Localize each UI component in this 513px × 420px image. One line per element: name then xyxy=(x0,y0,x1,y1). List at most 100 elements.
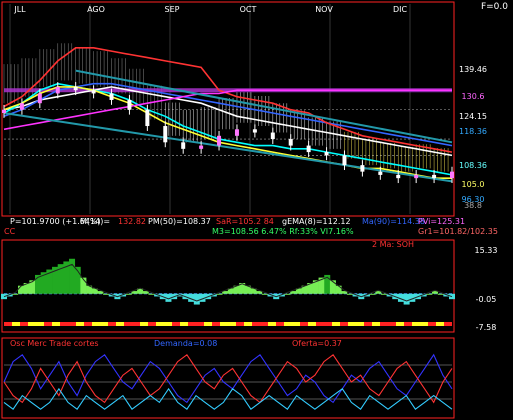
candle-body xyxy=(270,132,275,140)
strip-cell xyxy=(44,322,52,326)
strip-cell xyxy=(340,322,348,326)
candle-body xyxy=(306,145,311,153)
strip-cell xyxy=(316,322,324,326)
info-line: Ma(90)=114.38 xyxy=(362,217,425,226)
osc-bar xyxy=(216,293,223,295)
candle-body xyxy=(234,129,239,136)
info-line: PVi=125.31 xyxy=(418,217,465,226)
month-label: SEP xyxy=(165,5,180,14)
strip-cell xyxy=(404,322,412,326)
strip-cell xyxy=(60,322,68,326)
price-axis-label: 130.6 xyxy=(462,92,485,101)
month-label: AGO xyxy=(87,5,105,14)
strip-cell xyxy=(388,322,396,326)
oscillator-panel: 2 Ma: SOH 15.33 -0.05 -7.58 xyxy=(1,239,498,333)
info-line: 132.82 xyxy=(118,217,146,226)
strip-cell xyxy=(324,322,332,326)
strip-cell xyxy=(188,322,196,326)
osc-bar xyxy=(103,293,110,295)
candle-body xyxy=(199,145,204,149)
strip-cell xyxy=(124,322,132,326)
strip-cell xyxy=(28,322,36,326)
month-label: DIC xyxy=(393,5,408,14)
candle-body xyxy=(252,129,257,133)
strip-cell xyxy=(220,322,228,326)
osc-bar xyxy=(335,285,342,294)
candle-body xyxy=(2,109,6,113)
candle-body xyxy=(324,152,329,156)
strip-cell xyxy=(252,322,260,326)
strip-cell xyxy=(164,322,172,326)
strip-cell xyxy=(260,322,268,326)
strip-cell xyxy=(428,322,436,326)
price-axis-label: 118.36 xyxy=(459,127,487,136)
info-line: Gr1=101.82/102.35 xyxy=(418,227,498,236)
candle-body xyxy=(73,86,78,91)
osc-bar xyxy=(437,293,444,295)
info-line: SaR=105.2 84 xyxy=(216,217,274,226)
osc-bar xyxy=(426,293,433,295)
strip-cell xyxy=(276,322,284,326)
candle-body xyxy=(127,99,132,110)
price-axis-label: 139.46 xyxy=(459,65,487,74)
candle-body xyxy=(378,171,383,175)
price-panel: JLL AGO SEP OCT NOV DIC F=0.0 139.46 130.6 124.… xyxy=(1,1,508,217)
bottom-panel: Osc Merc Trade cortes Demanda=0.08 Oferta=… xyxy=(1,337,455,419)
price-axis-label: 124.15 xyxy=(459,112,487,121)
month-label: NOV xyxy=(315,5,333,14)
strip-cell xyxy=(228,322,236,326)
osc-bar xyxy=(380,293,387,295)
osc-bar xyxy=(346,293,353,295)
info-line: CC xyxy=(4,227,16,236)
candle-body xyxy=(342,155,347,166)
osc-bar xyxy=(18,285,25,294)
strip-cell xyxy=(204,322,212,326)
strip-cell xyxy=(364,322,372,326)
osc-bar xyxy=(12,293,19,295)
price-frame xyxy=(1,1,455,217)
candle-body xyxy=(181,142,186,149)
osc-bar xyxy=(284,293,291,295)
candle-body xyxy=(91,90,96,94)
strip-cell xyxy=(116,322,124,326)
strip-cell xyxy=(12,322,20,326)
osc-bar xyxy=(261,293,268,295)
osc-bar xyxy=(125,293,132,295)
strip-cell xyxy=(436,322,444,326)
strip-cell xyxy=(156,322,164,326)
month-label: OCT xyxy=(240,5,257,14)
candle-body xyxy=(109,93,114,100)
info-line: PM(50)=108.37 xyxy=(148,217,211,226)
strip-cell xyxy=(268,322,276,326)
strip-cell xyxy=(108,322,116,326)
candle-body xyxy=(55,86,60,94)
bottom-label: Demanda=0.08 xyxy=(154,339,217,348)
color-strip xyxy=(4,322,452,326)
strip-cell xyxy=(372,322,380,326)
osc-title: 2 Ma: SOH xyxy=(372,240,414,249)
chart-root: JLL AGO SEP OCT NOV DIC F=0.0 139.46 130.6 124.… xyxy=(0,0,513,420)
candle-body xyxy=(217,135,222,146)
price-axis-label: 108.36 xyxy=(459,161,487,170)
price-axis-label: 105.0 xyxy=(462,180,485,189)
bottom-frame xyxy=(1,337,455,419)
strip-cell xyxy=(308,322,316,326)
candle-body xyxy=(360,165,365,172)
strip-cell xyxy=(4,322,12,326)
strip-cell xyxy=(68,322,76,326)
bottom-label: Osc Merc Trade cortes xyxy=(10,339,99,348)
candle-body xyxy=(414,174,419,179)
osc-tick: -7.58 xyxy=(476,323,497,332)
osc-bar xyxy=(193,293,200,305)
strip-cell xyxy=(244,322,252,326)
strip-cell xyxy=(412,322,420,326)
candle-body xyxy=(163,126,168,143)
strip-cell xyxy=(380,322,388,326)
strip-cell xyxy=(76,322,84,326)
info-line: M(14)= xyxy=(80,217,110,226)
info-line: M3=108.56 6.47% Rf:33% VI7.16% xyxy=(212,227,354,236)
osc-tick: 15.33 xyxy=(475,246,498,255)
osc-bar xyxy=(369,293,376,295)
strip-cell xyxy=(148,322,156,326)
strip-cell xyxy=(140,322,148,326)
